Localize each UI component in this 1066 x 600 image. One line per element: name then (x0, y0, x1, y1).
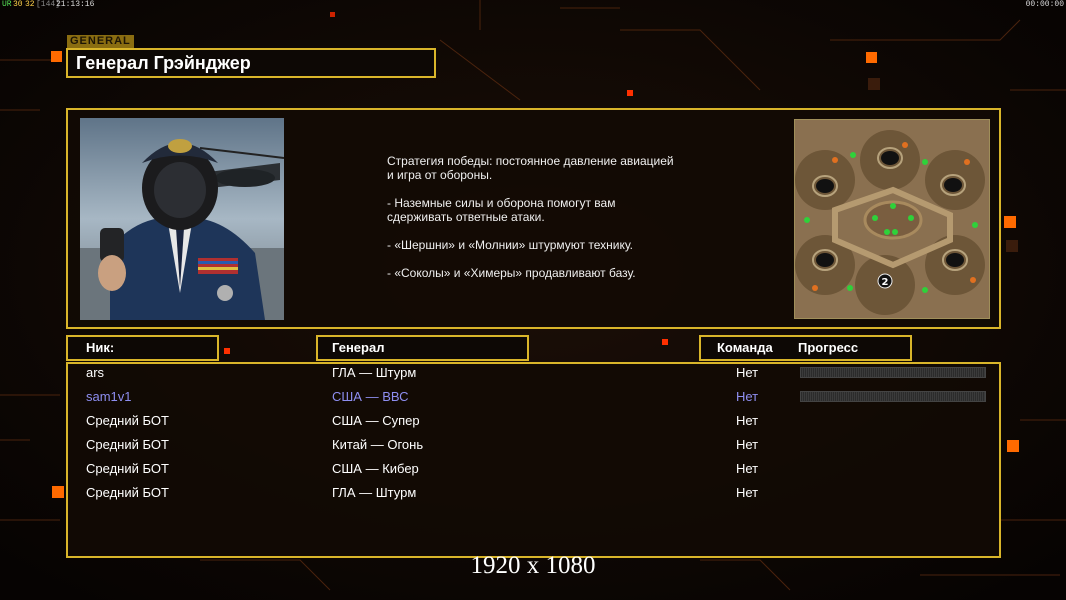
player-row[interactable]: Средний БОТ Китай — Огонь Нет (86, 433, 986, 457)
player-row[interactable]: Средний БОТ США — Супер Нет (86, 409, 986, 433)
fps-limit: 32 (25, 0, 35, 9)
player-nick: Средний БОТ (86, 437, 169, 452)
player-team: Нет (736, 413, 759, 428)
fps-label: UR (2, 0, 12, 9)
player-load-progress-bar (800, 391, 986, 402)
map-preview[interactable]: 2 (794, 119, 990, 319)
player-team: Нет (736, 389, 759, 404)
player-team: Нет (736, 365, 759, 380)
player-general: ГЛА — Штурм (332, 365, 417, 380)
fps-value: 30 (13, 0, 23, 9)
general-strategy-description: Стратегия победы: постоянное давление ав… (387, 154, 674, 280)
resolution-label: 1920 x 1080 (470, 552, 596, 579)
nick-header-label: Ник: (86, 340, 115, 355)
player-general: ГЛА — Штурм (332, 485, 417, 500)
general-portrait (80, 118, 284, 320)
player-nick: sam1v1 (86, 389, 132, 404)
general-name-title: Генерал Грэйнджер (66, 48, 436, 78)
player-nick: Средний БОТ (86, 413, 169, 428)
player-nick: Средний БОТ (86, 485, 169, 500)
player-row[interactable]: Средний БОТ США — Кибер Нет (86, 457, 986, 481)
team-header-label: Команда (717, 340, 773, 355)
map-start-position-label: 2 (882, 277, 889, 288)
player-nick: Средний БОТ (86, 461, 169, 476)
general-header-label: Генерал (332, 340, 385, 355)
player-general: США — Супер (332, 413, 420, 428)
player-team: Нет (736, 485, 759, 500)
nick-column-header: Ник: (66, 335, 219, 361)
game-timer: 00:00:00 (1025, 0, 1064, 9)
player-team: Нет (736, 437, 759, 452)
player-row[interactable]: Средний БОТ ГЛА — Штурм Нет (86, 481, 986, 505)
progress-header-label: Прогресс (798, 340, 859, 355)
player-general: Китай — Огонь (332, 437, 424, 452)
debug-status-bar: UR 30 32 [144] 21:13:16 00:00:00 (0, 0, 1066, 10)
team-progress-column-header: Команда Прогресс (699, 335, 912, 361)
player-general: США — ВВС (332, 389, 409, 404)
general-tag: GENERAL (67, 35, 134, 48)
general-column-header: Генерал (316, 335, 529, 361)
player-nick: ars (86, 365, 105, 380)
player-load-progress-bar (800, 367, 986, 378)
clock-time: 21:13:16 (56, 0, 95, 9)
player-team: Нет (736, 461, 759, 476)
player-general: США — Кибер (332, 461, 419, 476)
